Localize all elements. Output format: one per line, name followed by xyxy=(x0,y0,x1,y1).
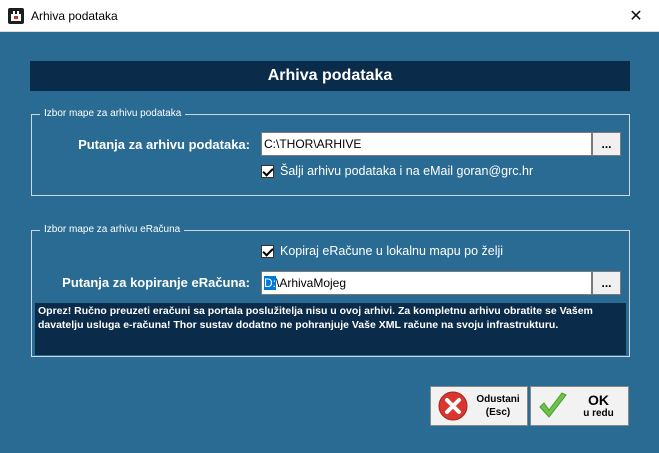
ok-button-label: OK xyxy=(588,392,609,408)
dialog-content: Arhiva podataka Izbor mape za arhivu pod… xyxy=(0,32,659,453)
checkmark-icon xyxy=(539,392,567,418)
data-archive-path-input[interactable]: C:\THOR\ARHIVE xyxy=(261,132,592,156)
data-archive-group-legend: Izbor mape za arhivu podataka xyxy=(40,108,186,120)
archive-warning-message: Oprez! Ručno preuzeti eračuni sa portala… xyxy=(35,303,626,355)
page-title: Arhiva podataka xyxy=(30,61,630,91)
einvoice-path-label: Putanja za kopiranje eRačuna: xyxy=(62,275,250,290)
data-archive-group: Izbor mape za arhivu podataka Putanja za… xyxy=(31,108,630,196)
close-button[interactable]: ✕ xyxy=(613,0,659,32)
copy-einvoice-checkbox-row[interactable]: Kopiraj eRačune u lokalnu mapu po želji xyxy=(261,244,503,258)
email-archive-checkbox-row[interactable]: Šalji arhivu podataka i na eMail goran@g… xyxy=(261,164,533,178)
email-archive-checkbox[interactable] xyxy=(261,164,274,178)
einvoice-path-text: \ArhivaMojeg xyxy=(276,276,347,290)
title-bar: Arhiva podataka ✕ xyxy=(0,0,659,32)
ok-button[interactable]: OK u redu xyxy=(530,386,629,426)
cancel-button[interactable]: Odustani (Esc) xyxy=(430,386,528,426)
copy-einvoice-checkbox[interactable] xyxy=(261,244,274,258)
cancel-button-shortcut: (Esc) xyxy=(485,407,511,418)
close-icon: ✕ xyxy=(629,8,643,25)
cancel-button-label: Odustani xyxy=(476,394,520,405)
einvoice-path-selected-text: D: xyxy=(264,276,276,290)
einvoice-path-input[interactable]: D:\ArhivaMojeg xyxy=(261,271,592,295)
email-archive-checkbox-label: Šalji arhivu podataka i na eMail goran@g… xyxy=(280,164,534,178)
copy-einvoice-checkbox-label: Kopiraj eRačune u lokalnu mapu po želji xyxy=(280,244,504,258)
einvoice-archive-group-legend: Izbor mape za arhivu eRačuna xyxy=(40,224,185,236)
einvoice-archive-group: Izbor mape za arhivu eRačuna Kopiraj eRa… xyxy=(31,224,630,357)
data-archive-browse-button[interactable]: ... xyxy=(592,132,621,156)
ok-button-sublabel: u redu xyxy=(583,408,614,419)
data-archive-path-label: Putanja za arhivu podataka: xyxy=(78,137,250,152)
app-logo-icon xyxy=(8,8,24,24)
window-title: Arhiva podataka xyxy=(31,9,118,23)
einvoice-browse-button[interactable]: ... xyxy=(592,271,621,295)
cancel-x-icon xyxy=(438,391,468,421)
